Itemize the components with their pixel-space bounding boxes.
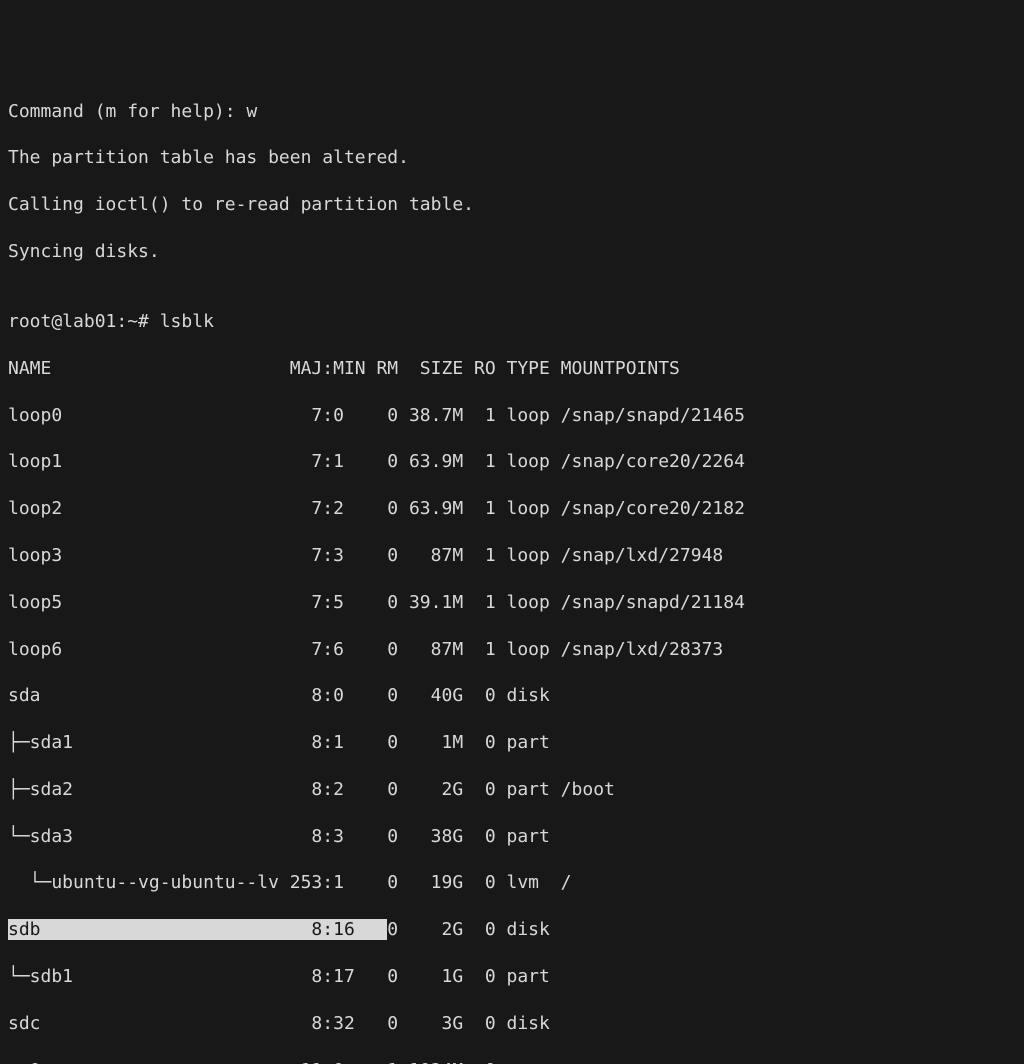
fdisk-prompt: Command (m for help): w [8,100,1016,123]
lsblk-row: └─ubuntu--vg-ubuntu--lv 253:1 0 19G 0 lv… [8,871,1016,894]
fdisk-ioctl: Calling ioctl() to re-read partition tab… [8,193,1016,216]
lsblk-row: loop0 7:0 0 38.7M 1 loop /snap/snapd/214… [8,404,1016,427]
lsblk-row: loop1 7:1 0 63.9M 1 loop /snap/core20/22… [8,450,1016,473]
text-selection: sdb 8:16 [8,919,387,940]
lsblk-row: sda 8:0 0 40G 0 disk [8,684,1016,707]
fdisk-syncing: Syncing disks. [8,240,1016,263]
lsblk-row: loop5 7:5 0 39.1M 1 loop /snap/snapd/211… [8,591,1016,614]
fdisk-altered: The partition table has been altered. [8,146,1016,169]
lsblk-row: loop2 7:2 0 63.9M 1 loop /snap/core20/21… [8,497,1016,520]
lsblk-header: NAME MAJ:MIN RM SIZE RO TYPE MOUNTPOINTS [8,357,1016,380]
lsblk-row: sr0 11:0 1 1024M 0 rom [8,1059,1016,1064]
lsblk-row: sdc 8:32 0 3G 0 disk [8,1012,1016,1035]
lsblk-row: └─sdb1 8:17 0 1G 0 part [8,965,1016,988]
lsblk-row: ├─sda1 8:1 0 1M 0 part [8,731,1016,754]
lsblk-row-sdb: sdb 8:16 0 2G 0 disk [8,918,1016,941]
shell-prompt-line[interactable]: root@lab01:~# lsblk [8,310,1016,333]
lsblk-row-sdb-rest: 0 2G 0 disk [387,919,560,940]
lsblk-row: loop6 7:6 0 87M 1 loop /snap/lxd/28373 [8,638,1016,661]
lsblk-row: loop3 7:3 0 87M 1 loop /snap/lxd/27948 [8,544,1016,567]
lsblk-row: ├─sda2 8:2 0 2G 0 part /boot [8,778,1016,801]
lsblk-row: └─sda3 8:3 0 38G 0 part [8,825,1016,848]
